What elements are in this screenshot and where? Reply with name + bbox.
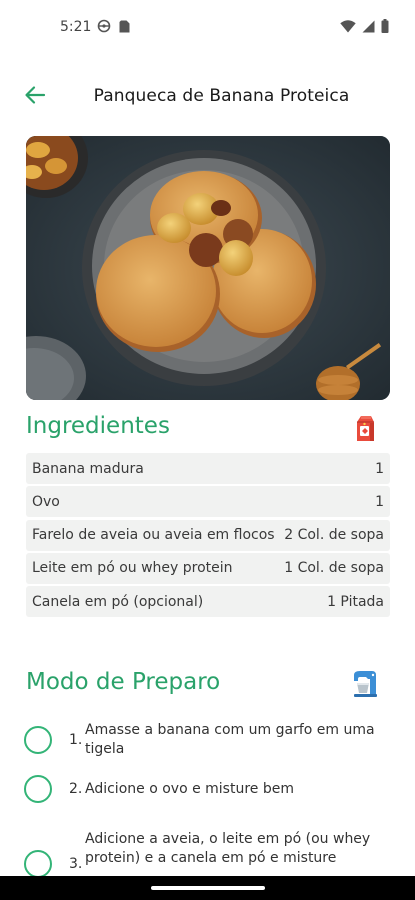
status-bar: 5:21: [0, 0, 415, 56]
preparation-title: Modo de Preparo: [26, 669, 221, 695]
step-item: 1. Amasse a banana com um garfo em uma t…: [24, 718, 390, 762]
stand-mixer-icon: [350, 669, 380, 699]
ingredient-qty: 1 Pitada: [327, 593, 384, 610]
ingredients-list: Banana madura 1 Ovo 1 Farelo de aveia ou…: [26, 453, 390, 619]
status-right-icons: [340, 19, 389, 38]
step-number: 1.: [69, 732, 83, 748]
step-text: Amasse a banana com um garfo em uma tige…: [85, 722, 375, 757]
ingredient-name: Canela em pó (opcional): [32, 593, 204, 610]
status-time: 5:21: [60, 19, 92, 35]
step-item: 2. Adicione o ovo e misture bem: [24, 774, 390, 804]
ingredient-row: Canela em pó (opcional) 1 Pitada: [26, 586, 390, 618]
ingredient-row: Farelo de aveia ou aveia em flocos 2 Col…: [26, 519, 390, 551]
home-gesture-handle[interactable]: [151, 886, 265, 890]
step-checkbox[interactable]: [24, 850, 52, 878]
ingredient-qty: 2 Col. de sopa: [284, 527, 384, 544]
steps-list: 1. Amasse a banana com um garfo em uma t…: [24, 718, 390, 878]
ingredient-row: Ovo 1: [26, 486, 390, 518]
ingredient-name: Ovo: [32, 493, 60, 510]
ingredient-name: Banana madura: [32, 460, 144, 477]
system-nav-bar: [0, 876, 415, 900]
preparation-header: Modo de Preparo: [26, 669, 390, 705]
app-bar: Panqueca de Banana Proteica: [0, 76, 415, 116]
step-text: Adicione o ovo e misture bem: [85, 780, 294, 797]
ingredient-qty: 1: [375, 493, 384, 510]
milk-carton-icon: [350, 413, 380, 443]
sim-card-icon: [119, 20, 130, 38]
step-number: 3.: [69, 856, 83, 872]
ingredient-name: Farelo de aveia ou aveia em flocos: [32, 527, 275, 544]
ingredient-qty: 1 Col. de sopa: [284, 560, 384, 577]
wifi-icon: [340, 19, 356, 38]
ingredient-name: Leite em pó ou whey protein: [32, 560, 233, 577]
step-number: 2.: [69, 781, 83, 797]
recipe-photo: [26, 136, 390, 400]
vpn-icon: [97, 19, 111, 38]
status-left-icons: [97, 19, 130, 38]
page-title: Panqueca de Banana Proteica: [93, 86, 350, 106]
step-text: Adicione a aveia, o leite em pó (ou whey…: [85, 831, 371, 866]
ingredient-row: Leite em pó ou whey protein 1 Col. de so…: [26, 552, 390, 584]
ingredient-qty: 1: [375, 460, 384, 477]
ingredients-title: Ingredientes: [26, 413, 170, 439]
ingredients-header: Ingredientes: [26, 413, 390, 449]
step-checkbox[interactable]: [24, 726, 52, 754]
step-checkbox[interactable]: [24, 775, 52, 803]
ingredient-row: Banana madura 1: [26, 453, 390, 484]
step-item: 3. Adicione a aveia, o leite em pó (ou w…: [24, 828, 390, 878]
battery-icon: [381, 19, 389, 38]
cell-signal-icon: [362, 20, 375, 38]
